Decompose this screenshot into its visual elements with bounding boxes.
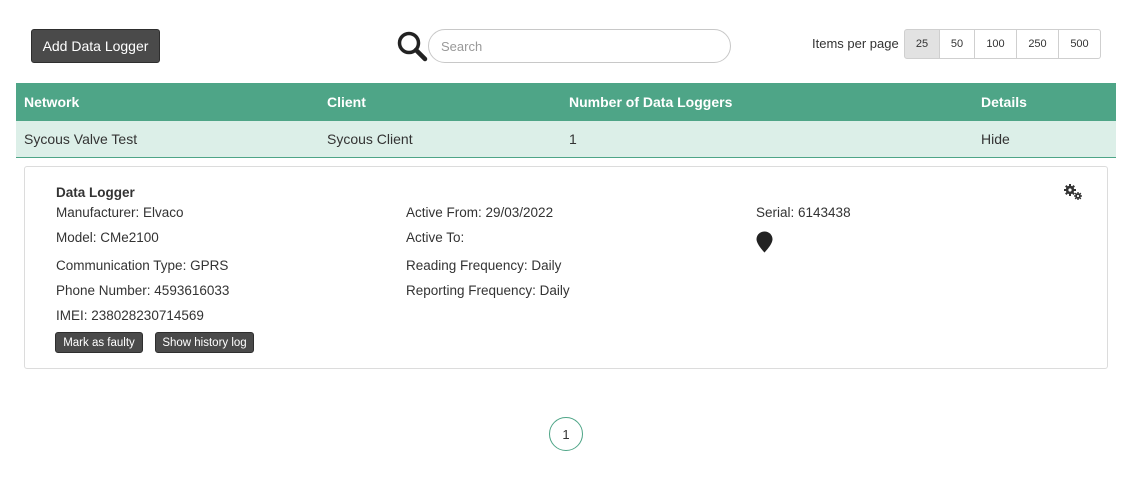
- network-cell: Sycous Valve Test: [24, 131, 138, 147]
- active-from-text: Active From: 29/03/2022: [406, 205, 554, 220]
- serial-text: Serial: 6143438: [756, 205, 851, 220]
- reporting-frequency-text: Reporting Frequency: Daily: [406, 283, 570, 298]
- table-row[interactable]: Sycous Valve Test Sycous Client 1 Hide: [16, 121, 1116, 158]
- show-history-log-button[interactable]: Show history log: [155, 332, 254, 353]
- column-header-number-of-data-loggers[interactable]: Number of Data Loggers: [569, 94, 732, 110]
- communication-type-text: Communication Type: GPRS: [56, 258, 229, 273]
- search-icon[interactable]: [396, 30, 428, 62]
- column-header-network[interactable]: Network: [24, 94, 79, 110]
- manufacturer-text: Manufacturer: Elvaco: [56, 205, 184, 220]
- items-per-page-label: Items per page: [812, 36, 899, 51]
- active-to-text: Active To:: [406, 230, 465, 245]
- mark-as-faulty-button[interactable]: Mark as faulty: [55, 332, 143, 353]
- reading-frequency-text: Reading Frequency: Daily: [406, 258, 562, 273]
- items-per-page-250[interactable]: 250: [1017, 29, 1059, 59]
- search-input[interactable]: [428, 29, 731, 63]
- items-per-page-25[interactable]: 25: [904, 29, 940, 59]
- column-header-client[interactable]: Client: [327, 94, 366, 110]
- add-data-logger-button[interactable]: Add Data Logger: [31, 29, 160, 63]
- items-per-page-100[interactable]: 100: [975, 29, 1017, 59]
- card-title: Data Logger: [56, 185, 135, 200]
- data-logger-count-cell: 1: [569, 131, 577, 147]
- pagination-page-1[interactable]: 1: [549, 417, 583, 451]
- column-header-details: Details: [981, 94, 1027, 110]
- table-header: Network Client Number of Data Loggers De…: [16, 83, 1116, 121]
- model-text: Model: CMe2100: [56, 230, 159, 245]
- client-cell: Sycous Client: [327, 131, 413, 147]
- items-per-page-50[interactable]: 50: [940, 29, 975, 59]
- gears-icon[interactable]: [1063, 184, 1083, 200]
- hide-details-link[interactable]: Hide: [981, 131, 1010, 147]
- map-pin-icon[interactable]: [756, 231, 773, 253]
- items-per-page-selector: 25 50 100 250 500: [904, 29, 1101, 59]
- imei-text: IMEI: 238028230714569: [56, 308, 204, 323]
- phone-number-text: Phone Number: 4593616033: [56, 283, 230, 298]
- data-logger-detail-card: Data Logger Manufacturer: Elvaco Model: …: [24, 166, 1108, 369]
- items-per-page-500[interactable]: 500: [1059, 29, 1101, 59]
